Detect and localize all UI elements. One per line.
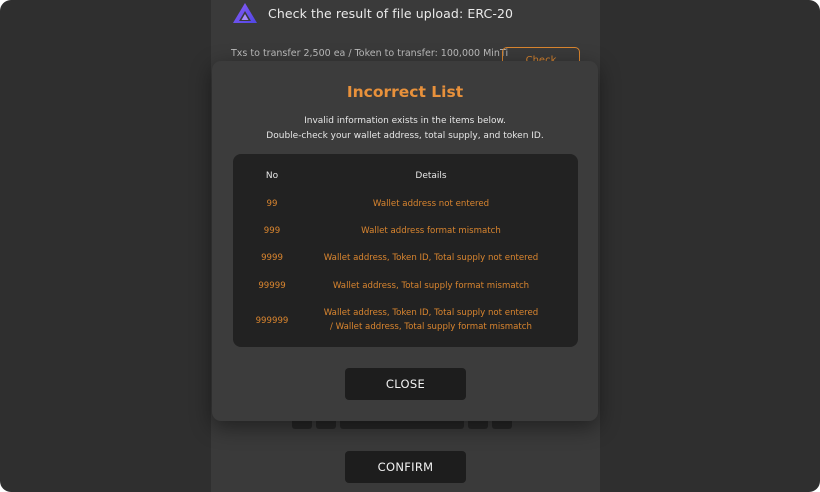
description-line-2: Double-check your wallet address, total … xyxy=(266,131,544,141)
incorrect-list-table: No Details 99 Wallet address not entered… xyxy=(233,154,578,347)
column-header-details: Details xyxy=(415,171,447,181)
row-no: 9999 xyxy=(261,253,283,263)
row-details: Wallet address format mismatch xyxy=(361,226,501,236)
row-details: Wallet address, Token ID, Total supply n… xyxy=(311,306,551,334)
row-details: Wallet address not entered xyxy=(372,199,490,209)
confirm-button[interactable]: CONFIRM xyxy=(345,451,466,483)
modal-title: Incorrect List xyxy=(346,83,464,101)
row-details: Wallet address, Token ID, Total supply n… xyxy=(323,253,539,263)
row-no: 999999 xyxy=(255,316,289,326)
column-header-no: No xyxy=(265,171,279,181)
close-button[interactable]: CLOSE xyxy=(345,368,466,400)
row-details: Wallet address, Total supply format mism… xyxy=(332,281,530,291)
description-line-1: Invalid information exists in the items … xyxy=(304,116,506,126)
incorrect-list-modal: Incorrect List Invalid information exist… xyxy=(212,61,598,421)
panel-title: Check the result of file upload: ERC-20 xyxy=(268,5,514,21)
tx-info-text: Txs to transfer 2,500 ea / Token to tran… xyxy=(231,48,509,59)
row-details-line-1: Wallet address, Token ID, Total supply n… xyxy=(323,308,539,318)
row-no: 99999 xyxy=(258,281,286,291)
row-no: 999 xyxy=(263,226,281,236)
row-no: 99 xyxy=(266,199,278,209)
modal-description: Invalid information exists in the items … xyxy=(212,114,598,144)
panel-header: Check the result of file upload: ERC-20 xyxy=(232,2,513,24)
app-window: Check the result of file upload: ERC-20 … xyxy=(0,0,820,492)
triangle-logo-icon xyxy=(233,3,257,23)
row-details-line-2: / Wallet address, Total supply format mi… xyxy=(330,322,532,332)
